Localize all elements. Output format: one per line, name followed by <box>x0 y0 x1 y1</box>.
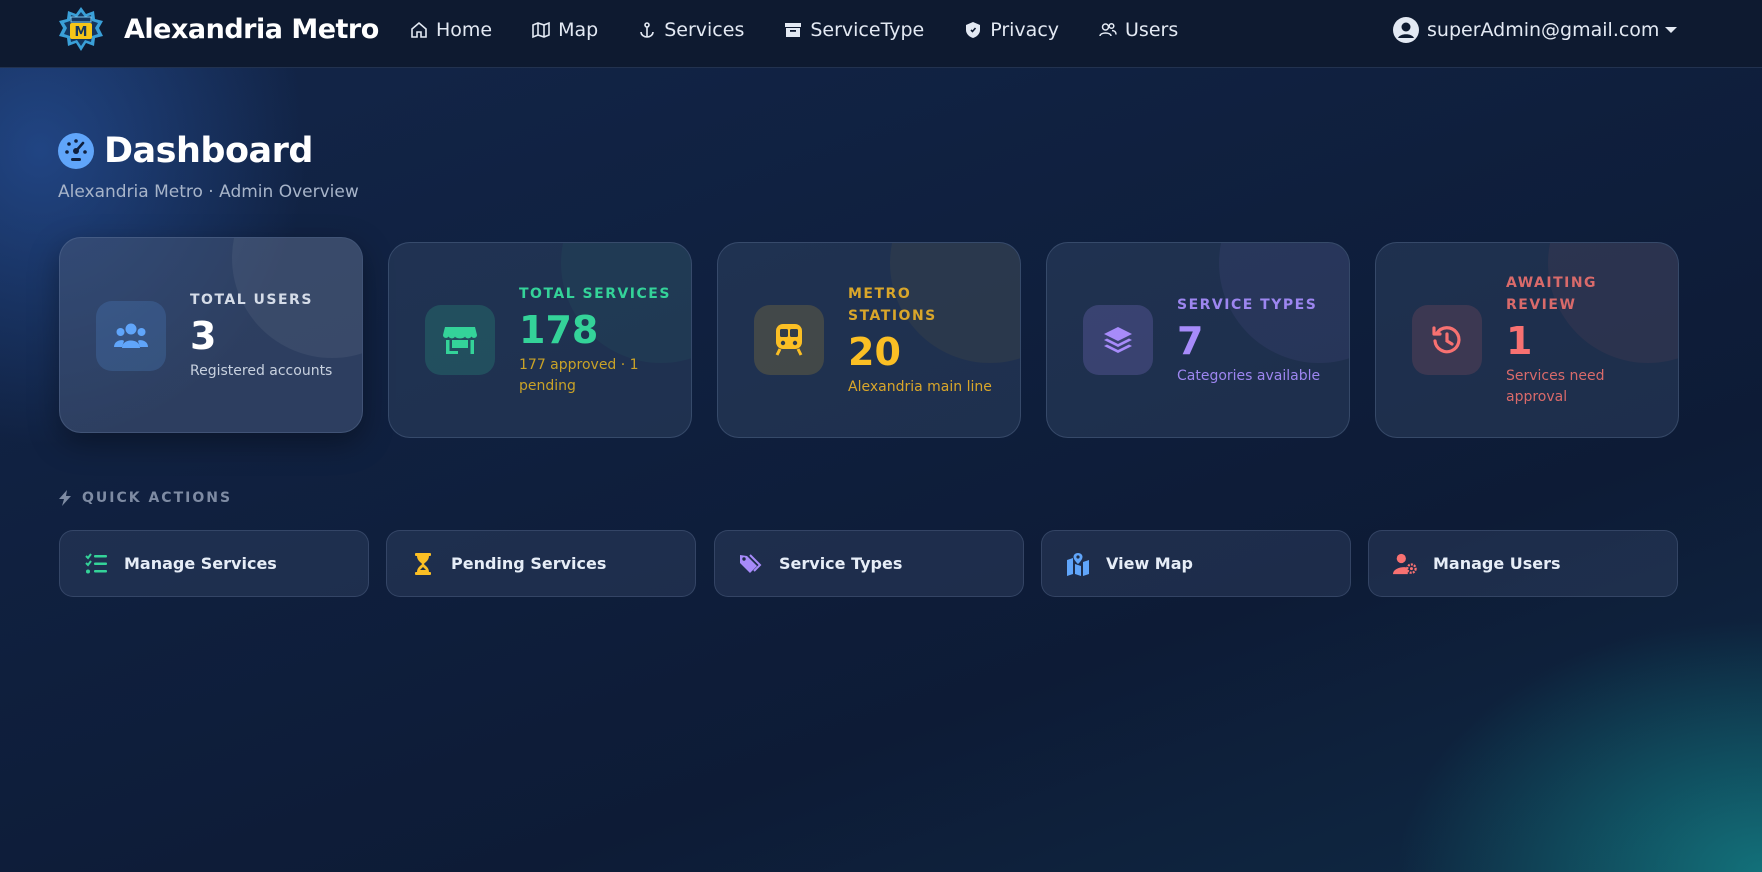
page-title: Dashboard <box>104 131 313 171</box>
list-check-icon <box>85 552 107 573</box>
user-avatar-icon <box>1393 17 1419 43</box>
nav-links: Home Map Services ServiceType Privacy Us… <box>410 14 1218 46</box>
page-header: Dashboard Alexandria Metro · Admin Overv… <box>58 130 359 202</box>
nav-servicetype[interactable]: ServiceType <box>784 19 924 41</box>
button-label: Pending Services <box>451 554 607 573</box>
gauge-icon <box>58 133 94 169</box>
nav-map-label: Map <box>558 19 599 41</box>
stat-icon-box <box>754 305 824 375</box>
stat-sub: Registered accounts <box>190 362 333 379</box>
stat-label: TOTAL SERVICES <box>519 286 671 302</box>
stat-icon-box <box>425 305 495 375</box>
metro-logo-icon: M <box>59 7 103 51</box>
button-label: Manage Services <box>124 554 277 573</box>
stat-card-awaiting-review: AWAITING REVIEW 1 Services need approval <box>1375 242 1679 438</box>
nav-home-label: Home <box>436 19 493 41</box>
svg-text:M: M <box>75 25 88 40</box>
page-subtitle: Alexandria Metro · Admin Overview <box>58 182 359 202</box>
button-label: Manage Users <box>1433 554 1561 573</box>
stat-label: AWAITING REVIEW <box>1506 275 1598 313</box>
stat-sub: Services need approval <box>1506 368 1605 405</box>
stat-value: 20 <box>848 329 901 374</box>
nav-servicetype-label: ServiceType <box>810 19 925 41</box>
stat-icon-box <box>1412 305 1482 375</box>
nav-privacy-label: Privacy <box>990 19 1060 41</box>
stat-icon-box <box>96 301 166 371</box>
nav-users[interactable]: Users <box>1099 19 1178 41</box>
stat-sub: Alexandria main line <box>848 378 992 395</box>
map-location-icon <box>1067 552 1089 576</box>
anchor-icon <box>640 22 655 38</box>
stat-card-service-types: SERVICE TYPES 7 Categories available <box>1046 242 1350 438</box>
user-gear-icon <box>1393 553 1417 574</box>
train-icon <box>775 324 803 356</box>
stat-value: 3 <box>190 313 217 358</box>
stat-label: TOTAL USERS <box>190 291 313 308</box>
nav-services[interactable]: Services <box>638 19 744 41</box>
button-label: View Map <box>1106 554 1193 573</box>
home-icon <box>411 21 427 38</box>
top-navbar: M Alexandria Metro Home Map Services Ser… <box>0 0 1762 68</box>
nav-services-label: Services <box>664 19 745 41</box>
bolt-icon <box>59 490 71 506</box>
stat-label: METRO STATIONS <box>848 285 937 324</box>
shield-icon <box>966 22 981 38</box>
stat-sub: Categories available <box>1177 367 1321 384</box>
user-dropdown[interactable]: superAdmin@gmail.com <box>1393 14 1678 46</box>
stat-label: SERVICE TYPES <box>1177 296 1318 313</box>
chevron-down-icon <box>1665 27 1678 33</box>
users-icon <box>1099 22 1117 37</box>
stat-sub: 177 approved · 1 pending <box>519 357 639 394</box>
map-icon <box>532 21 550 39</box>
brand-link[interactable]: M Alexandria Metro <box>58 6 379 52</box>
user-email: superAdmin@gmail.com <box>1427 19 1660 41</box>
brand-name: Alexandria Metro <box>124 13 379 45</box>
stat-icon-box <box>1083 305 1153 375</box>
layers-icon <box>1104 327 1132 353</box>
quick-actions-heading: QUICK ACTIONS <box>58 490 232 506</box>
stat-card-metro-stations: METRO STATIONS 20 Alexandria main line <box>717 242 1021 438</box>
nav-privacy[interactable]: Privacy <box>964 19 1059 41</box>
button-label: Service Types <box>779 554 903 573</box>
nav-home[interactable]: Home <box>410 19 492 41</box>
stat-value: 178 <box>519 308 599 352</box>
tags-icon <box>740 553 762 573</box>
view-map-button[interactable]: View Map <box>1041 530 1351 597</box>
nav-users-label: Users <box>1125 19 1179 41</box>
stat-value: 7 <box>1177 318 1204 363</box>
service-types-button[interactable]: Service Types <box>714 530 1024 597</box>
users-icon <box>114 323 148 348</box>
hourglass-icon <box>415 552 431 575</box>
stat-card-total-services: TOTAL SERVICES 178 177 approved · 1 pend… <box>388 242 692 438</box>
store-icon <box>443 327 477 354</box>
stat-card-total-users: TOTAL USERS 3 Registered accounts <box>59 237 363 433</box>
stat-value: 1 <box>1506 319 1533 363</box>
quick-actions-title: QUICK ACTIONS <box>82 490 233 506</box>
manage-users-button[interactable]: Manage Users <box>1368 530 1678 597</box>
archive-icon <box>785 23 802 37</box>
nav-map[interactable]: Map <box>532 19 598 41</box>
manage-services-button[interactable]: Manage Services <box>59 530 369 597</box>
history-icon <box>1432 326 1461 354</box>
pending-services-button[interactable]: Pending Services <box>386 530 696 597</box>
